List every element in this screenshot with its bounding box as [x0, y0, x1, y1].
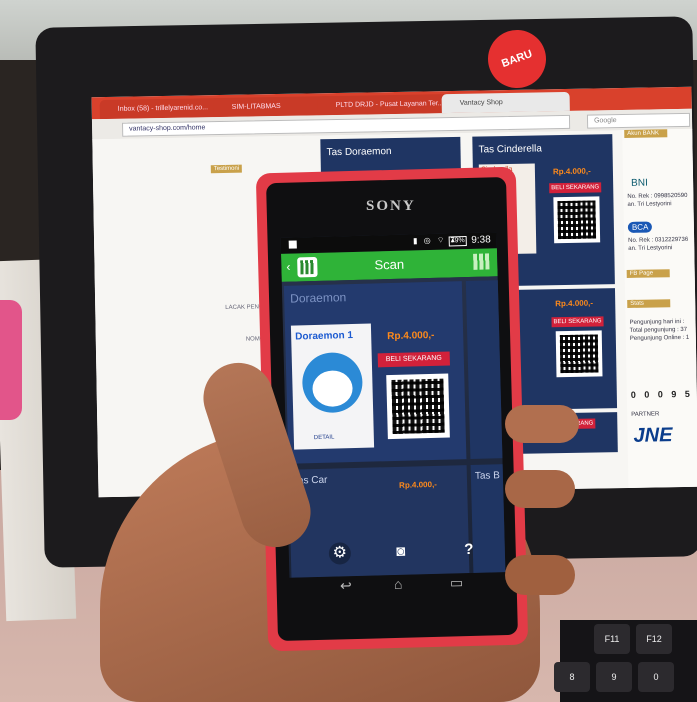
product-image-card: Doraemon 1 DETAIL	[290, 323, 375, 450]
product-price: Rp.4.000,-	[398, 479, 438, 490]
category-label: Doraemon	[289, 290, 347, 306]
finger-top	[505, 405, 579, 443]
qr-code	[386, 373, 450, 440]
visitor-counter: 0 0 0 9 5	[630, 388, 693, 400]
qr-code	[555, 330, 603, 378]
battery-indicator: 79%	[448, 236, 467, 247]
panel-title: Tas Doraemon	[326, 146, 392, 159]
product-price: Rp.4.000,-	[552, 166, 591, 177]
camera-viewfinder[interactable]: Doraemon Doraemon 1 DETAIL Rp.4.000,- BE…	[281, 276, 506, 578]
finger-bottom	[505, 555, 575, 595]
qr-grid-icon[interactable]	[473, 253, 490, 270]
help-question-icon[interactable]: ?	[459, 539, 480, 562]
stats-heading: Stats	[627, 299, 671, 308]
laptop-keyboard: F11 F12 8 9 0	[554, 620, 697, 702]
browser-tab-sim[interactable]: SIM-LITABMAS	[213, 96, 332, 118]
buy-button[interactable]: BELI SEKARANG	[551, 316, 604, 328]
qr-code	[553, 196, 601, 244]
nav-home-icon[interactable]: ⌂	[394, 576, 403, 592]
status-clock: 9:38	[471, 234, 491, 246]
nav-recents-icon[interactable]: ▭	[450, 574, 464, 591]
buy-now-button: BELI SEKARANG	[377, 351, 450, 368]
panel-title: Tas Cinderella	[478, 143, 542, 156]
key-8: 8	[554, 662, 590, 692]
finger-middle	[505, 470, 575, 508]
key-0: 0	[638, 662, 674, 692]
testimoni-label: Testimoni	[210, 164, 243, 174]
product-price: Rp.4.000,-	[387, 329, 435, 343]
partner-label: PARTNER	[631, 411, 660, 418]
key-f12: F12	[636, 624, 672, 654]
browser-tab-inbox[interactable]: Inbox (58) - trillelyarenid.co...	[99, 97, 228, 120]
doraemon-illustration	[301, 351, 364, 414]
notification-icon	[288, 240, 297, 249]
bca-account: No. Rek : 0312229736	[628, 236, 689, 244]
key-9: 9	[596, 662, 632, 692]
bank-heading: Akun BANK	[624, 129, 668, 138]
viewfinder-bottom-panel: Tas Car Rp.4.000,-	[288, 465, 470, 578]
viewfinder-product-panel: Doraemon Doraemon 1 DETAIL Rp.4.000,- BE…	[283, 281, 467, 464]
buy-button[interactable]: BELI SEKARANG	[549, 182, 602, 194]
website-right-column: Akun BANK BNI No. Rek : 0998520590 an. T…	[622, 128, 697, 488]
stat-today: Pengunjung hari ini :	[629, 318, 685, 326]
camera-icon[interactable]: ◙	[389, 541, 414, 564]
pink-object	[0, 300, 22, 420]
jne-logo: JNE	[633, 424, 673, 447]
product-price: Rp.4.000,-	[555, 298, 594, 309]
category-label: Tas B	[474, 470, 501, 482]
bni-holder: an. Tri Lestyorini	[627, 201, 672, 208]
product-title: Doraemon 1	[295, 330, 354, 343]
nav-back-icon[interactable]: ↩	[340, 577, 352, 594]
bca-logo: BCA	[627, 221, 653, 233]
fb-page-heading: FB Page	[626, 269, 670, 278]
key-f11: F11	[594, 624, 630, 654]
browser-tab-vantacy[interactable]: Vantacy Shop	[441, 91, 570, 114]
bni-logo: BNI	[631, 177, 648, 189]
bni-account: No. Rek : 0998520590	[627, 192, 688, 200]
bca-holder: an. Tri Lestyorini	[628, 245, 673, 252]
stat-total: Total pengunjung : 37	[629, 326, 688, 334]
browser-search-box[interactable]: Google	[586, 112, 691, 129]
phone-screen: ▮ ◎ ⌔ ▴ 79% 9:38 ‹ Scan Doraemon Doraemo…	[280, 232, 506, 578]
browser-tab-pltd[interactable]: PLTD DRJD - Pusat Layanan Ter...	[317, 93, 456, 116]
detail-link: DETAIL	[313, 434, 335, 442]
stat-online: Pengunjung Online : 1	[629, 334, 690, 342]
phone-brand-logo: SONY	[366, 198, 416, 214]
